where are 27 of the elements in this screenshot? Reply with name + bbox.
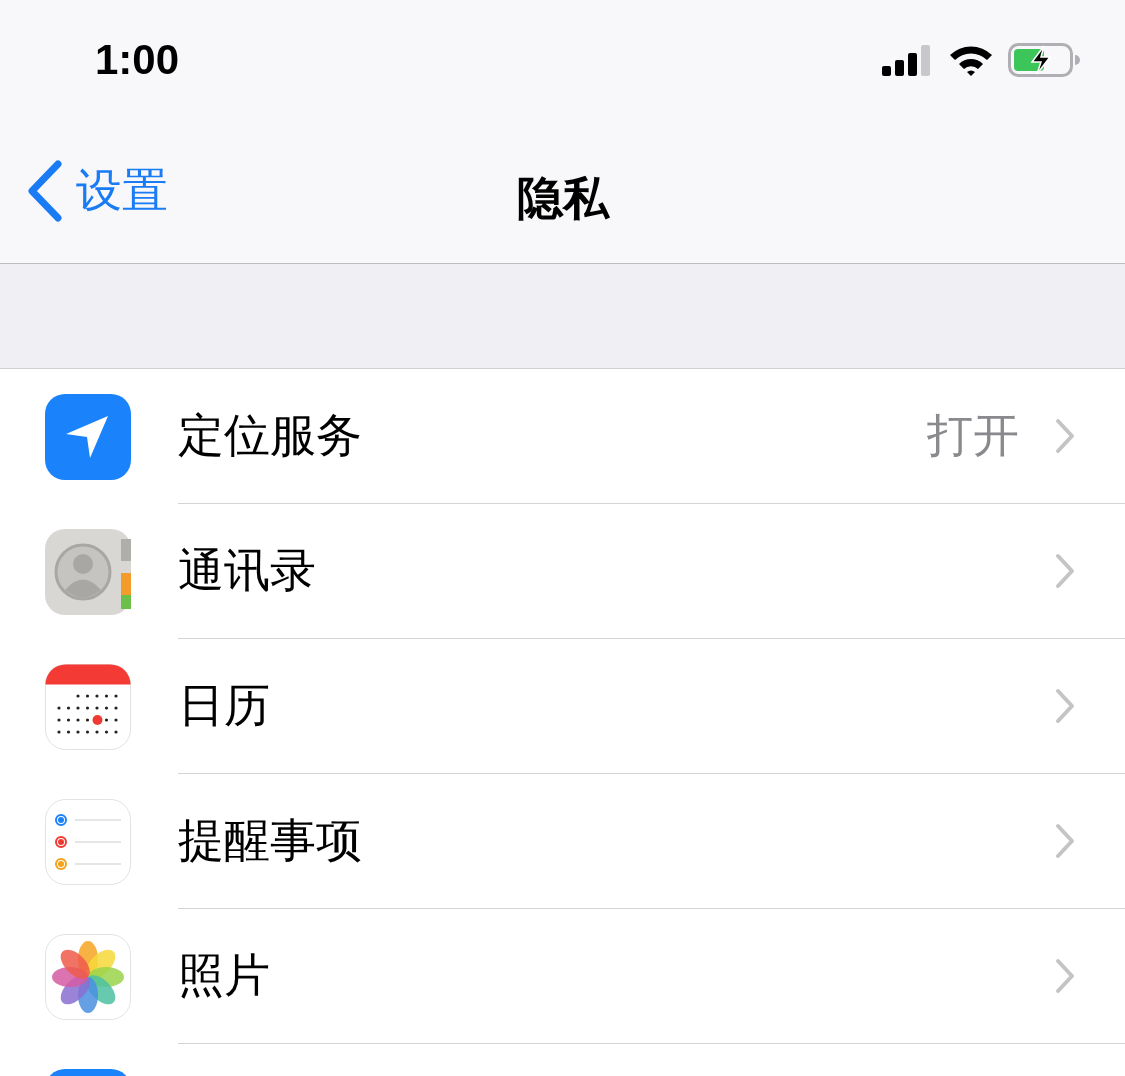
- row-label: 提醒事项: [178, 812, 363, 869]
- chevron-right-icon: [1055, 553, 1075, 589]
- photos-flower-icon: [45, 933, 131, 1020]
- back-button[interactable]: 设置: [0, 159, 168, 222]
- chevron-right-icon: [1055, 823, 1075, 859]
- status-time: 1:00: [95, 36, 180, 84]
- row-value: 打开: [927, 407, 1019, 464]
- row-label: 日历: [178, 677, 271, 734]
- chevron-right-icon: [1055, 958, 1075, 994]
- chevron-left-icon: [26, 159, 64, 222]
- row-label: 照片: [178, 947, 271, 1004]
- row-label: 通讯录: [178, 542, 317, 599]
- settings-row[interactable]: 提醒事项: [0, 774, 1125, 909]
- page-title: 隐私: [516, 170, 609, 227]
- chevron-right-icon: [1055, 418, 1075, 454]
- battery-charging-icon: [1008, 43, 1080, 77]
- back-label: 设置: [76, 161, 168, 219]
- wifi-icon: [948, 43, 994, 77]
- row-label: 定位服务: [178, 407, 363, 464]
- calendar-icon: [45, 663, 131, 750]
- settings-row[interactable]: 日历: [0, 639, 1125, 774]
- reminders-icon: [45, 798, 131, 885]
- chevron-right-icon: [1055, 688, 1075, 724]
- settings-row[interactable]: 通讯录: [0, 504, 1125, 639]
- settings-row[interactable]: 照片: [0, 909, 1125, 1044]
- contacts-icon: [45, 528, 131, 615]
- settings-row[interactable]: 定位服务 打开: [0, 369, 1125, 504]
